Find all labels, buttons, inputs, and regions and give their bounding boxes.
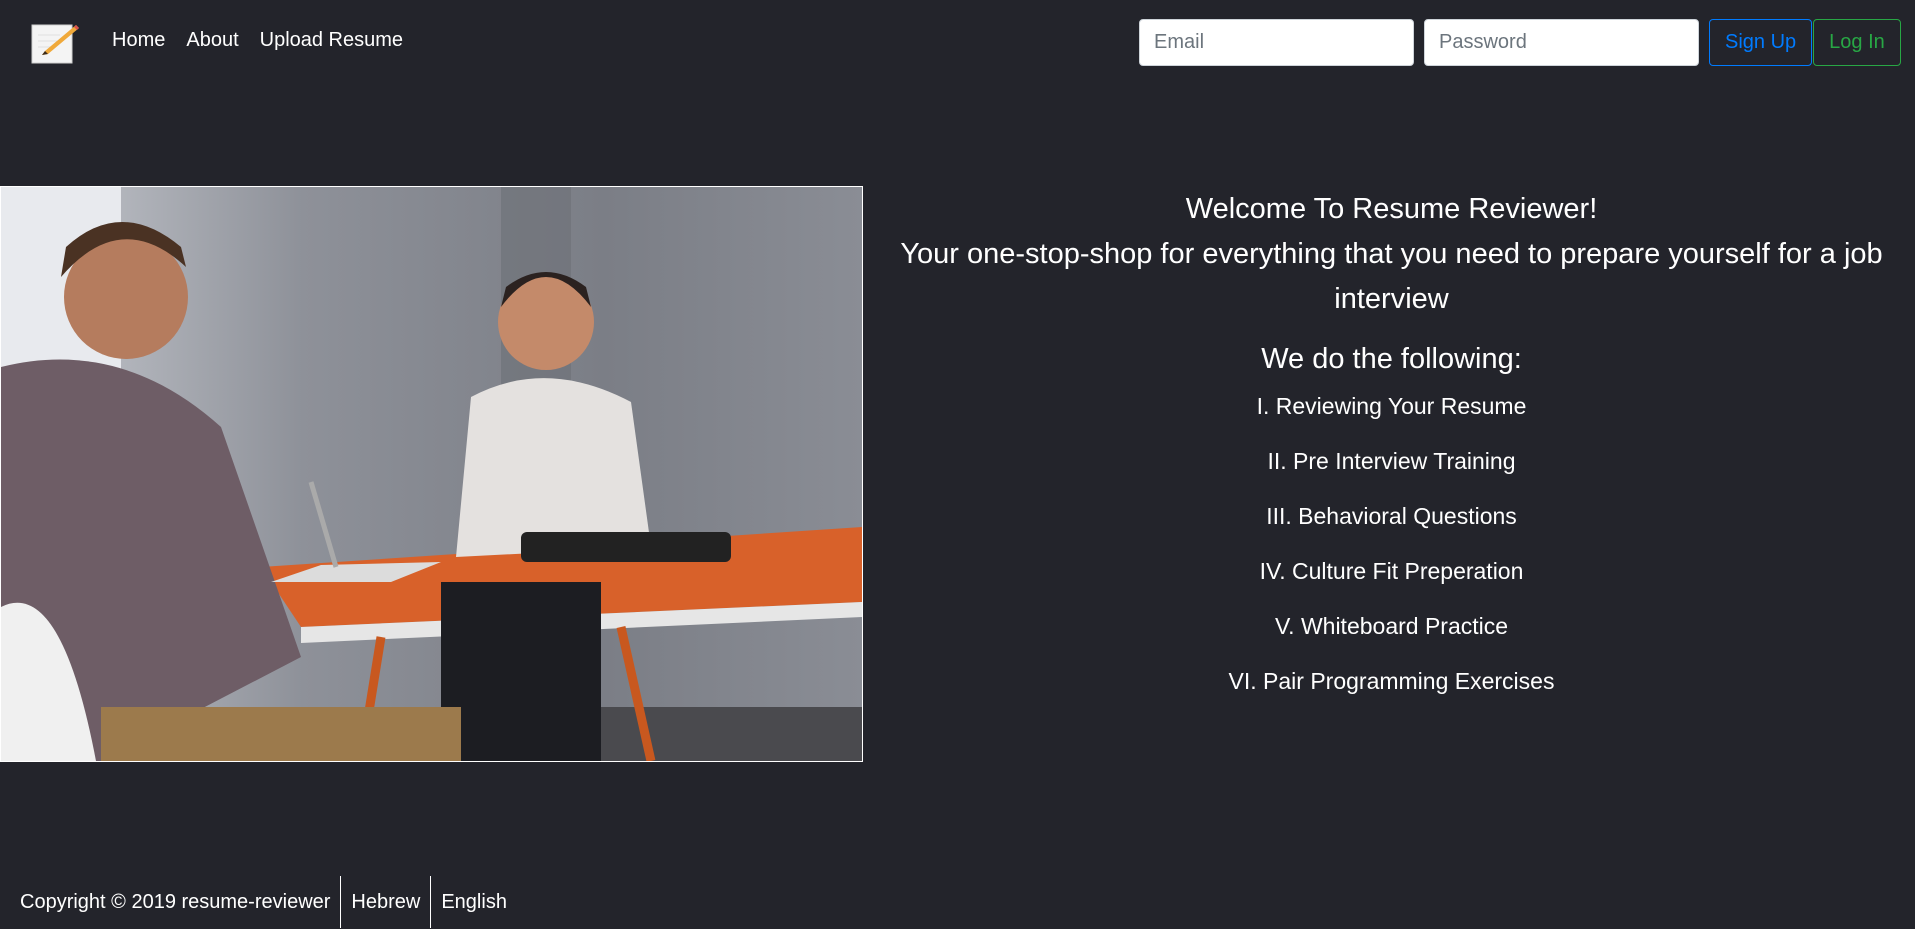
password-input[interactable] bbox=[1424, 19, 1699, 66]
log-in-button[interactable]: Log In bbox=[1813, 19, 1901, 66]
footer: Copyright © 2019 resume-reviewer Hebrew … bbox=[0, 876, 517, 928]
tagline-text: Your one-stop-shop for everything that y… bbox=[900, 238, 1883, 315]
service-item: III. Behavioral Questions bbox=[1266, 503, 1517, 529]
sign-up-button[interactable]: Sign Up bbox=[1709, 19, 1813, 66]
services-list: I. Reviewing Your Resume II. Pre Intervi… bbox=[873, 391, 1910, 697]
notepad-pencil-icon[interactable] bbox=[30, 21, 80, 65]
interview-photo bbox=[0, 186, 863, 762]
language-hebrew-link[interactable]: Hebrew bbox=[341, 891, 430, 914]
navbar: Home About Upload Resume Sign Up Log In bbox=[0, 0, 1915, 86]
copyright-text: Copyright © 2019 resume-reviewer bbox=[20, 890, 331, 913]
welcome-heading: Welcome To Resume Reviewer! bbox=[1185, 193, 1598, 225]
services-heading: We do the following: bbox=[1261, 343, 1522, 375]
service-item: V. Whiteboard Practice bbox=[1274, 613, 1509, 639]
email-input[interactable] bbox=[1139, 19, 1414, 66]
nav-link-home[interactable]: Home bbox=[112, 29, 165, 52]
service-item: I. Reviewing Your Resume bbox=[1256, 393, 1527, 419]
service-item: VI. Pair Programming Exercises bbox=[1228, 668, 1555, 694]
service-item: IV. Culture Fit Preperation bbox=[1259, 558, 1524, 584]
language-english-link[interactable]: English bbox=[431, 891, 517, 914]
nav-link-about[interactable]: About bbox=[186, 29, 238, 52]
nav-links: Home About Upload Resume bbox=[112, 29, 424, 52]
nav-link-upload-resume[interactable]: Upload Resume bbox=[260, 29, 403, 52]
service-item: II. Pre Interview Training bbox=[1267, 448, 1516, 474]
login-form: Sign Up Log In bbox=[1139, 19, 1901, 66]
intro-section: Welcome To Resume Reviewer! Your one-sto… bbox=[873, 186, 1910, 721]
